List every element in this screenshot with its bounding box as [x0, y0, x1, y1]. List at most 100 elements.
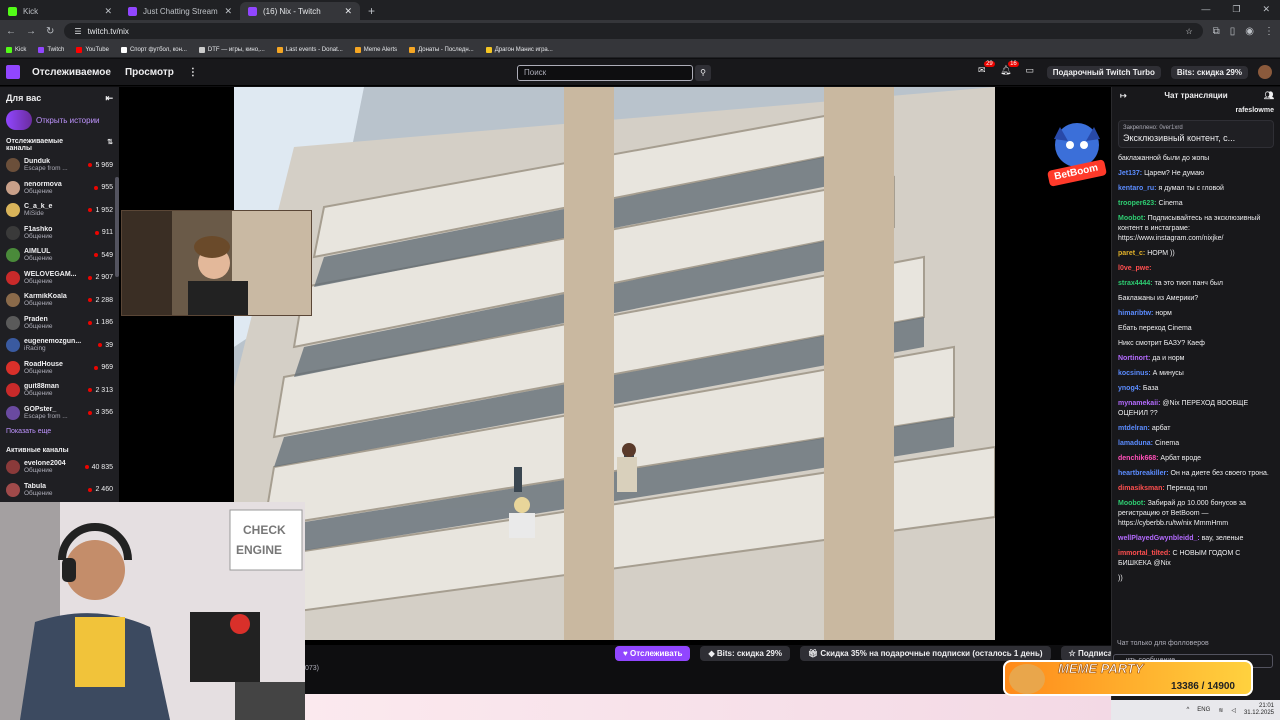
chat-message[interactable]: Moobot: Забирай до 10.000 бонусов за рег…: [1118, 499, 1274, 529]
chat-username[interactable]: kentaro_ru:: [1118, 185, 1157, 192]
bits-offer-button[interactable]: ◆ Bits: скидка 29%: [700, 646, 790, 661]
sidebar-channel[interactable]: C_a_k_e MiSide 1 952: [0, 199, 119, 222]
chat-username[interactable]: immortal_tilted:: [1118, 550, 1171, 557]
sidebar-channel[interactable]: F1ashko Общение 911: [0, 222, 119, 245]
bookmark-item[interactable]: Спорт футбол, кон...: [120, 46, 187, 53]
twitch-logo-icon[interactable]: [6, 65, 20, 79]
sort-icon[interactable]: ⇅: [107, 138, 113, 152]
browser-tab-nix[interactable]: (16) Nix - Twitch ✕: [240, 2, 360, 20]
follow-button[interactable]: ♥ Отслеживать: [615, 646, 691, 661]
back-icon[interactable]: ←: [6, 26, 16, 37]
sidebar-channel[interactable]: Praden Общение 1 186: [0, 312, 119, 335]
stories-button[interactable]: Открыть истории: [0, 104, 119, 136]
chat-username[interactable]: mynamekaii:: [1118, 400, 1160, 407]
chat-username[interactable]: dimasiksman:: [1118, 485, 1165, 492]
browser-tab-kick[interactable]: Kick ✕: [0, 2, 120, 20]
sidebar-channel[interactable]: GOPster_ Escape from ... 3 356: [0, 402, 119, 425]
chat-username[interactable]: paret_c:: [1118, 250, 1145, 257]
search-icon[interactable]: ⚲: [695, 65, 711, 81]
chat-message[interactable]: Jet137: Царем? Не думаю: [1118, 169, 1274, 179]
sidebar-channel[interactable]: RoadHouse Общение 969: [0, 357, 119, 380]
chat-username[interactable]: Moobot:: [1118, 500, 1146, 507]
chat-message[interactable]: Ебать переход Cinema: [1118, 324, 1274, 334]
sidepanel-icon[interactable]: ▯: [1230, 26, 1236, 37]
chat-message[interactable]: l0ve_pwe:: [1118, 264, 1274, 274]
forward-icon[interactable]: →: [26, 26, 36, 37]
notifications-icon[interactable]: 🔔︎ 16: [999, 61, 1019, 79]
chat-message[interactable]: Никс смотрит БАЗУ? Каеф: [1118, 339, 1274, 349]
bookmark-item[interactable]: Twitch: [38, 46, 64, 53]
pinned-message[interactable]: Закреплено: 0ver1xrd Эксклюзивный контент…: [1118, 120, 1274, 148]
chat-message[interactable]: mtdelran: арбат: [1118, 424, 1274, 434]
extensions-icon[interactable]: ⧉: [1213, 26, 1220, 37]
chat-message[interactable]: wellPlayedGwynbleidd_: вау, зеленые: [1118, 534, 1274, 544]
bookmark-star-icon[interactable]: ☆: [1185, 27, 1192, 36]
chat-username[interactable]: l0ve_pwe:: [1118, 265, 1151, 272]
address-bar[interactable]: ☰ twitch.tv/nix ☆: [64, 23, 1203, 39]
browser-tab-just-chatting[interactable]: Just Chatting Streaming - Live ✕: [120, 2, 240, 20]
bookmark-item[interactable]: Драгон Манис игра...: [485, 46, 553, 53]
chat-users-icon[interactable]: 👥︎: [1264, 91, 1274, 100]
chat-message[interactable]: heartbreakiller: Он на диете без своего …: [1118, 469, 1274, 479]
sidebar-channel[interactable]: WELOVEGAM... Общение 2 907: [0, 267, 119, 290]
wifi-icon[interactable]: ≋: [1218, 707, 1223, 714]
chat-message[interactable]: mynamekaii: @Nix ПЕРЕХОД ВООБЩЕ ОЦЕНИЛ ?…: [1118, 399, 1274, 419]
active-channel[interactable]: evelone2004 Общение 40 835: [0, 456, 119, 479]
close-icon[interactable]: ✕: [344, 6, 352, 17]
sidebar-channel[interactable]: guit88man Общение 2 313: [0, 379, 119, 402]
reload-icon[interactable]: ↻: [46, 26, 54, 37]
tray-up-icon[interactable]: ^: [1186, 707, 1189, 713]
chat-username[interactable]: Jet137:: [1118, 170, 1142, 177]
chat-username[interactable]: himaribtw:: [1118, 310, 1153, 317]
active-channel[interactable]: Tabula Общение 2 460: [0, 479, 119, 502]
chat-message[interactable]: kocsinus: А минусы: [1118, 369, 1274, 379]
sidebar-channel[interactable]: KarmikKoala Общение 2 288: [0, 289, 119, 312]
chat-username[interactable]: Nortinort:: [1118, 355, 1150, 362]
search-input[interactable]: Поиск: [517, 65, 693, 81]
close-icon[interactable]: ✕: [224, 6, 232, 17]
chat-username[interactable]: mtdelran:: [1118, 425, 1150, 432]
language-indicator[interactable]: ENG: [1197, 707, 1210, 713]
collapse-chat-icon[interactable]: ↦: [1120, 91, 1127, 100]
chat-message[interactable]: ynog4: База: [1118, 384, 1274, 394]
chat-message[interactable]: denchik668: Арбат вроде: [1118, 454, 1274, 464]
bookmark-item[interactable]: Kick: [6, 46, 26, 53]
sidebar-channel[interactable]: nenormova Общение 955: [0, 177, 119, 200]
chat-message[interactable]: dimasiksman: Переход топ: [1118, 484, 1274, 494]
inbox-icon[interactable]: ✉ 29: [975, 61, 995, 79]
chat-message[interactable]: lamaduna: Cinema: [1118, 439, 1274, 449]
clock[interactable]: 21:01 31.12.2025: [1244, 703, 1274, 717]
profile-icon[interactable]: ◉: [1245, 26, 1254, 37]
bits-button[interactable]: Bits: скидка 29%: [1170, 65, 1248, 79]
chat-message[interactable]: himaribtw: норм: [1118, 309, 1274, 319]
whispers-icon[interactable]: ▭: [1023, 65, 1037, 79]
chat-username[interactable]: heartbreakiller:: [1118, 470, 1169, 477]
bookmark-item[interactable]: Meme Alerts: [354, 46, 397, 53]
nav-following[interactable]: Отслеживаемое: [32, 67, 111, 78]
sidebar-channel[interactable]: AIMLUL Общение 549: [0, 244, 119, 267]
chat-message[interactable]: )): [1118, 574, 1274, 584]
sidebar-channel[interactable]: Dunduk Escape from ... 5 969: [0, 154, 119, 177]
show-more-link[interactable]: Показать еще: [0, 424, 119, 445]
chat-username[interactable]: ynog4:: [1118, 385, 1141, 392]
chat-message[interactable]: Moobot: Подписывайтесь на эксклюзивный к…: [1118, 214, 1274, 244]
nav-browse[interactable]: Просмотр: [125, 67, 174, 78]
chat-message[interactable]: kentaro_ru: я думал ты с гловой: [1118, 184, 1274, 194]
collapse-icon[interactable]: ⇤: [105, 93, 113, 104]
sidebar-channel[interactable]: eugenemozgun... iRacing 39: [0, 334, 119, 357]
gift-offer-button[interactable]: 🎁︎ Скидка 35% на подарочные подписки (ос…: [800, 646, 1051, 661]
more-dots-icon[interactable]: ⋮: [188, 67, 198, 78]
chat-message[interactable]: баклажанной были до жопы: [1118, 154, 1274, 164]
gift-leaderboard[interactable]: rafeslowme: [1112, 103, 1280, 118]
bookmark-item[interactable]: YouTube: [76, 46, 109, 53]
avatar[interactable]: [1258, 65, 1272, 79]
chat-message[interactable]: Nortinort: да и норм: [1118, 354, 1274, 364]
bookmark-item[interactable]: Last events - Donat...: [276, 46, 343, 53]
minimize-icon[interactable]: —: [1201, 4, 1210, 15]
bookmark-item[interactable]: DTF — игры, кино,...: [198, 46, 265, 53]
chat-message[interactable]: paret_c: НОРМ )): [1118, 249, 1274, 259]
chat-message[interactable]: Баклажаны из Америки?: [1118, 294, 1274, 304]
maximize-icon[interactable]: ❐: [1232, 4, 1240, 15]
chat-message[interactable]: strax4444: та это тиоп панч был: [1118, 279, 1274, 289]
close-icon[interactable]: ✕: [104, 6, 112, 17]
